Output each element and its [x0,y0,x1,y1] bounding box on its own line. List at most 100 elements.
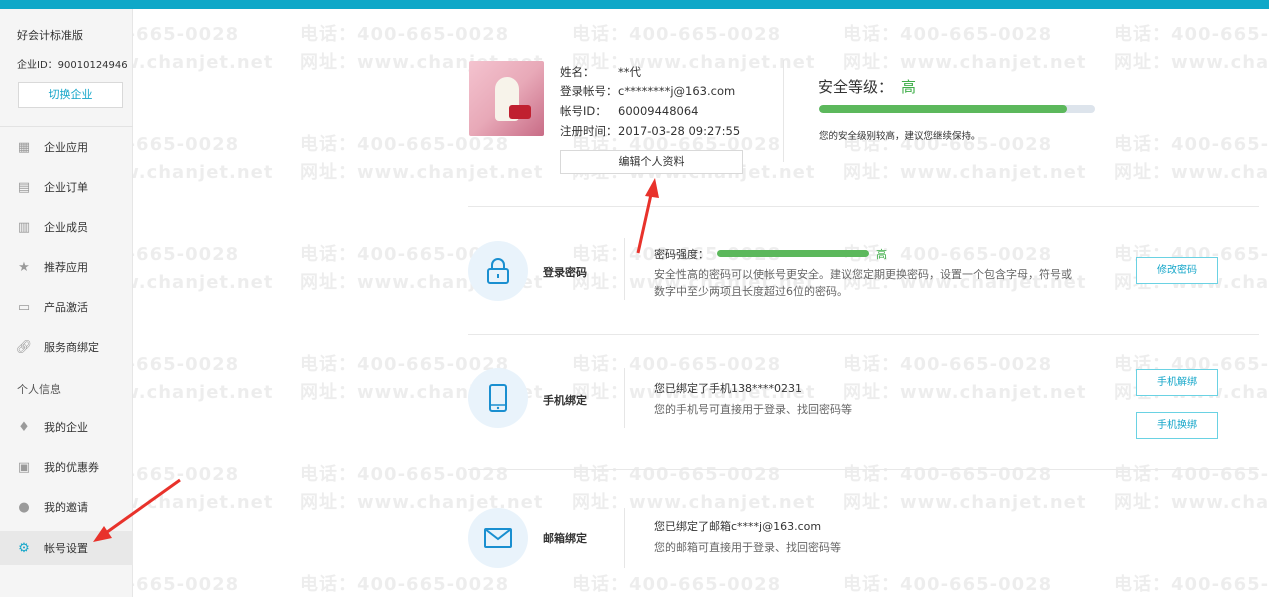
watermark-text: 电话：400-665-0028 [1114,134,1269,155]
section-divider [624,368,625,428]
watermark-text: 电话：400-665-0028 [300,354,510,375]
watermark-text: 电话：400-665-0028 [843,464,1053,485]
sidebar-item-label: 推荐应用 [44,261,88,274]
sidebar-item-my-company[interactable]: ♦ 我的企业 [0,410,133,444]
security-note: 您的安全级别较高，建议您继续保持。 [819,131,981,142]
sidebar-item-provider-binding[interactable]: 🔗︎ 服务商绑定 [0,330,133,364]
watermark-text: 电话：400-665-0028 [843,244,1053,265]
profile-login-row: 登录帐号：c********j@163.com [560,83,735,99]
switch-company-button[interactable]: 切换企业 [18,82,123,108]
unbind-phone-button[interactable]: 手机解绑 [1136,369,1218,396]
security-level-fill [819,105,1068,113]
sidebar-item-label: 企业应用 [44,141,88,154]
company-id: 企业ID：90010124946 [17,60,128,71]
watermark-text: 电话：400-665-0028 [843,24,1053,45]
password-strength-bar [717,250,869,257]
email-section-label: 邮箱绑定 [543,532,587,545]
sidebar-item-apps[interactable]: ▦ 企业应用 [0,130,133,164]
sidebar-item-label: 我的优惠券 [44,461,99,474]
sidebar: 好会计标准版 企业ID：90010124946 切换企业 ▦ 企业应用 ▤ 企业… [0,9,133,597]
password-strength-level: 高 [876,248,887,261]
sidebar-item-label: 我的邀请 [44,501,88,514]
profile-login-label: 登录帐号： [560,84,618,98]
gear-icon: ⚙ [18,540,30,556]
profile-reg-value: 2017-03-28 09:27:55 [618,124,741,138]
mail-icon-circle [468,508,528,568]
watermark-text: 电话：400-665-0028 [572,354,782,375]
sidebar-item-recommended[interactable]: ★ 推荐应用 [0,250,133,284]
watermark-text: 网址：www.chanjet.net [843,382,1087,403]
watermark-text: 电话：400-665-0028 [843,354,1053,375]
sidebar-item-label: 企业成员 [44,221,88,234]
tie-icon: ♦ [18,419,30,435]
change-phone-button[interactable]: 手机换绑 [1136,412,1218,439]
phone-icon [489,384,507,412]
lock-icon-circle [468,241,528,301]
annotation-arrow-edit [636,189,654,254]
avatar [469,61,544,136]
watermark-text: 网址：www.chanjet.net [843,162,1087,183]
watermark-text: 网址：www.chanjet.net [300,162,544,183]
card-icon: ▭ [17,299,31,315]
watermark-text: 网址：www.chanjet.net [1114,162,1269,183]
sidebar-item-label: 我的企业 [44,421,88,434]
user-icon: ● [18,499,30,515]
sidebar-item-activation[interactable]: ▭ 产品激活 [0,290,133,324]
profile-login-value: c********j@163.com [618,84,736,98]
profile-name-label: 姓名： [560,65,595,79]
mail-icon [484,528,512,548]
sidebar-item-members[interactable]: ▥ 企业成员 [0,210,133,244]
lock-icon [487,258,509,284]
edit-profile-button[interactable]: 编辑个人资料 [560,150,743,174]
sidebar-item-label: 服务商绑定 [44,341,99,354]
profile-name-value: **代 [618,65,641,79]
profile-id-value: 60009448064 [618,104,699,118]
watermark-text: 电话：400-665-0028 [1114,574,1269,595]
profile-id-label: 帐号ID： [560,104,607,118]
watermark-text: 电话：400-665-0028 [572,24,782,45]
security-level-bar [819,105,1095,113]
sidebar-item-label: 企业订单 [44,181,88,194]
watermark-text: 网址：www.chanjet.net [843,52,1087,73]
watermark-text: 网址：www.chanjet.net [1114,492,1269,513]
profile-reg-label: 注册时间： [560,124,618,138]
sidebar-section-personal: 个人信息 [17,383,61,396]
divider [468,206,1259,207]
phone-bound-text: 您已绑定了手机138****0231 [654,382,802,395]
profile-name-row: 姓名： **代 [560,64,641,80]
watermark-text: 电话：400-665-0028 [1114,24,1269,45]
sidebar-item-label: 帐号设置 [44,542,88,555]
security-level-value: 高 [901,78,917,96]
sidebar-divider [0,126,133,127]
password-description: 安全性高的密码可以使帐号更安全。建议您定期更换密码，设置一个包含字母，符号或 [654,268,1072,281]
sidebar-item-account-settings[interactable]: ⚙ 帐号设置 [0,531,133,565]
section-divider [624,238,625,300]
divider [468,334,1259,335]
top-accent-bar [0,0,1269,9]
profile-id-row: 帐号ID： 60009448064 [560,103,698,119]
watermark-text: 电话：400-665-0028 [572,574,782,595]
phone-icon-circle [468,368,528,428]
phone-section-label: 手机绑定 [543,394,587,407]
star-icon: ★ [18,259,30,275]
password-strength-label: 密码强度： [654,248,709,261]
watermark-text: 电话：400-665-0028 [300,24,510,45]
coupon-icon: ▣ [17,459,31,475]
watermark-text: 网址：www.chanjet.net [843,492,1087,513]
divider [468,469,1259,470]
sidebar-item-invitations[interactable]: ● 我的邀请 [0,490,133,524]
password-section-label: 登录密码 [543,266,587,279]
grid-icon: ▦ [17,139,31,155]
watermark-text: 电话：400-665-0028 [572,464,782,485]
email-description: 您的邮箱可直接用于登录、找回密码等 [654,541,841,554]
clipboard-icon: ▤ [17,179,31,195]
sidebar-item-coupons[interactable]: ▣ 我的优惠券 [0,450,133,484]
sidebar-item-label: 产品激活 [44,301,88,314]
profile-reg-row: 注册时间：2017-03-28 09:27:55 [560,123,740,139]
watermark-text: 网址：www.chanjet.net [572,492,816,513]
change-password-button[interactable]: 修改密码 [1136,257,1218,284]
sidebar-item-orders[interactable]: ▤ 企业订单 [0,170,133,204]
link-icon: 🔗︎ [15,339,33,355]
profile-divider [783,60,784,162]
watermark-text: 网址：www.chanjet.net [1114,52,1269,73]
